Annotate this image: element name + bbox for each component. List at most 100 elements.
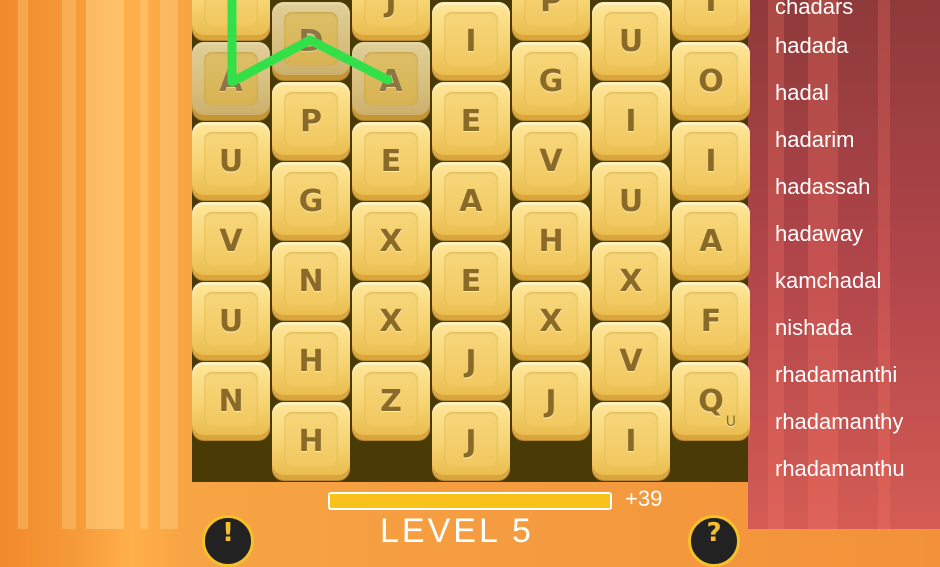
- letter-tile[interactable]: I: [672, 122, 750, 200]
- tile-letter: J: [465, 343, 477, 379]
- letter-tile[interactable]: U: [592, 2, 670, 80]
- found-word: hadaway: [775, 221, 864, 246]
- found-word: hadarim: [775, 127, 855, 152]
- letter-tile[interactable]: U: [192, 122, 270, 200]
- letter-tile[interactable]: D: [272, 2, 350, 80]
- tile-letter: X: [379, 223, 403, 259]
- letter-tile[interactable]: J: [512, 362, 590, 440]
- letter-tile[interactable]: G: [512, 42, 590, 120]
- tile-letter: V: [219, 223, 243, 259]
- tile-letter: I: [705, 0, 717, 19]
- tile-letter: I: [625, 423, 637, 459]
- tile-letter: H: [298, 343, 324, 379]
- tile-letter: N: [218, 383, 244, 419]
- letter-tile[interactable]: X: [592, 242, 670, 320]
- letter-board: A U V U N D P G N H H J A E X X Z I E A E J J P G V H X J U I U X V I I O I A F…: [192, 0, 750, 482]
- found-word: nishada: [775, 315, 853, 340]
- tile-letter: Q: [698, 383, 724, 419]
- tile-letter: F: [700, 303, 722, 339]
- tile-letter: I: [465, 23, 477, 59]
- tile-letter: X: [619, 263, 643, 299]
- letter-tile[interactable]: G: [272, 162, 350, 240]
- tile-letter: J: [465, 423, 477, 459]
- letter-tile[interactable]: A: [192, 42, 270, 120]
- tile-letter: E: [380, 143, 402, 179]
- tile-letter: X: [539, 303, 563, 339]
- tile-letter: H: [538, 223, 564, 259]
- letter-tile[interactable]: N: [192, 362, 270, 440]
- letter-tile[interactable]: H: [272, 322, 350, 400]
- letter-tile[interactable]: P: [512, 0, 590, 40]
- left-round-button[interactable]: !: [202, 515, 254, 567]
- tile-letter: U: [618, 23, 644, 59]
- tile-letter: X: [379, 303, 403, 339]
- tile-letter: A: [219, 63, 243, 99]
- letter-tile[interactable]: V: [192, 202, 270, 280]
- level-label: LEVEL 5: [380, 512, 534, 550]
- letter-tile[interactable]: U: [592, 162, 670, 240]
- letter-tile[interactable]: H: [512, 202, 590, 280]
- tile-letter: I: [625, 103, 637, 139]
- background-stripe: [140, 0, 148, 529]
- letter-tile[interactable]: V: [592, 322, 670, 400]
- letter-tile[interactable]: P: [272, 82, 350, 160]
- tile-letter: P: [540, 0, 562, 19]
- found-word: rhadamanthi: [775, 362, 898, 387]
- score-delta: +39: [625, 486, 663, 511]
- letter-tile[interactable]: X: [352, 202, 430, 280]
- letter-tile[interactable]: J: [432, 322, 510, 400]
- tile-letter: U: [618, 183, 644, 219]
- tile-letter: U: [218, 143, 244, 179]
- letter-tile[interactable]: E: [432, 242, 510, 320]
- letter-tile[interactable]: J: [352, 0, 430, 40]
- tile-letter: D: [298, 23, 324, 59]
- letter-tile[interactable]: QU: [672, 362, 750, 440]
- background-stripe: [62, 0, 76, 529]
- letter-tile[interactable]: E: [352, 122, 430, 200]
- tile-letter: A: [379, 63, 403, 99]
- tile-subscript: U: [725, 414, 736, 430]
- letter-tile[interactable]: A: [672, 202, 750, 280]
- found-word: kamchadal: [775, 268, 882, 293]
- level-progress-fill: [330, 494, 610, 508]
- letter-tile[interactable]: N: [272, 242, 350, 320]
- letter-tile[interactable]: I: [432, 2, 510, 80]
- letter-tile[interactable]: A: [432, 162, 510, 240]
- tile-letter: V: [619, 343, 643, 379]
- found-word: hadada: [775, 33, 849, 58]
- found-word: hadal: [775, 80, 829, 105]
- found-word: rhadamanthy: [775, 409, 904, 434]
- right-round-button[interactable]: ?: [688, 515, 740, 567]
- tile-letter: P: [300, 103, 322, 139]
- tile-letter: O: [698, 63, 724, 99]
- found-word: rhadamanthu: [775, 456, 905, 481]
- letter-tile[interactable]: A: [352, 42, 430, 120]
- tile-letter: G: [538, 63, 564, 99]
- letter-tile[interactable]: F: [672, 282, 750, 360]
- letter-tile[interactable]: Z: [352, 362, 430, 440]
- letter-tile[interactable]: H: [272, 402, 350, 480]
- tile-letter: H: [298, 423, 324, 459]
- letter-tile[interactable]: I: [592, 82, 670, 160]
- right-button-icon: ?: [706, 518, 722, 548]
- found-word: hadassah: [775, 174, 871, 199]
- letter-tile[interactable]: [192, 0, 270, 40]
- letter-tile[interactable]: I: [592, 402, 670, 480]
- letter-tile[interactable]: I: [672, 0, 750, 40]
- tile-letter: Z: [380, 383, 402, 419]
- letter-tile[interactable]: E: [432, 82, 510, 160]
- letter-tile[interactable]: X: [352, 282, 430, 360]
- letter-tile[interactable]: U: [192, 282, 270, 360]
- letter-tile[interactable]: J: [432, 402, 510, 480]
- tile-letter: V: [539, 143, 563, 179]
- tile-letter: U: [218, 303, 244, 339]
- found-words-list: chadars hadada hadal hadarim hadassah hadaway…: [775, 0, 940, 492]
- letter-tile[interactable]: V: [512, 122, 590, 200]
- letter-tile[interactable]: O: [672, 42, 750, 120]
- background-stripe: [160, 0, 178, 529]
- tile-letter: N: [298, 263, 324, 299]
- tile-letter: J: [385, 0, 397, 19]
- found-word: chadars: [775, 0, 854, 19]
- tile-letter: I: [705, 143, 717, 179]
- letter-tile[interactable]: X: [512, 282, 590, 360]
